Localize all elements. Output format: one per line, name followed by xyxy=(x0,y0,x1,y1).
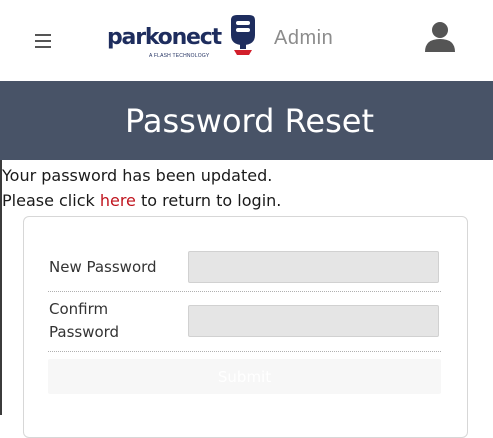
parkonect-logo: parkonect A FLASH TECHNOLOGY xyxy=(107,14,262,62)
confirm-password-label-line2: Password xyxy=(49,323,120,341)
confirm-password-label-line1: Confirm xyxy=(49,300,109,318)
return-to-login-link[interactable]: here xyxy=(100,191,136,210)
parking-meter-logo-icon xyxy=(231,15,255,55)
new-password-input[interactable] xyxy=(188,251,439,283)
return-text-before: Please click xyxy=(2,191,100,210)
top-header: parkonect A FLASH TECHNOLOGY Admin xyxy=(0,0,493,81)
new-password-label: New Password xyxy=(49,258,157,276)
return-login-line: Please click here to return to login. xyxy=(2,188,281,213)
logo-tagline: A FLASH TECHNOLOGY xyxy=(149,53,210,59)
password-reset-form: New Password Confirm Password Submit xyxy=(23,216,468,438)
page-title-banner: Password Reset xyxy=(0,81,493,160)
return-text-after: to return to login. xyxy=(135,191,282,210)
page-title: Password Reset xyxy=(124,101,375,140)
status-message: Your password has been updated. Please c… xyxy=(2,163,281,213)
row-divider xyxy=(48,291,441,292)
status-message-line: Your password has been updated. xyxy=(2,166,273,185)
hamburger-menu-icon[interactable] xyxy=(35,34,51,48)
user-icon[interactable] xyxy=(424,21,456,53)
logo-wordmark: parkonect xyxy=(107,25,222,50)
submit-button[interactable]: Submit xyxy=(48,359,441,394)
confirm-password-input[interactable] xyxy=(188,305,439,337)
confirm-password-label: Confirm Password xyxy=(49,298,119,344)
row-divider xyxy=(48,351,441,352)
admin-label: Admin xyxy=(274,27,334,49)
